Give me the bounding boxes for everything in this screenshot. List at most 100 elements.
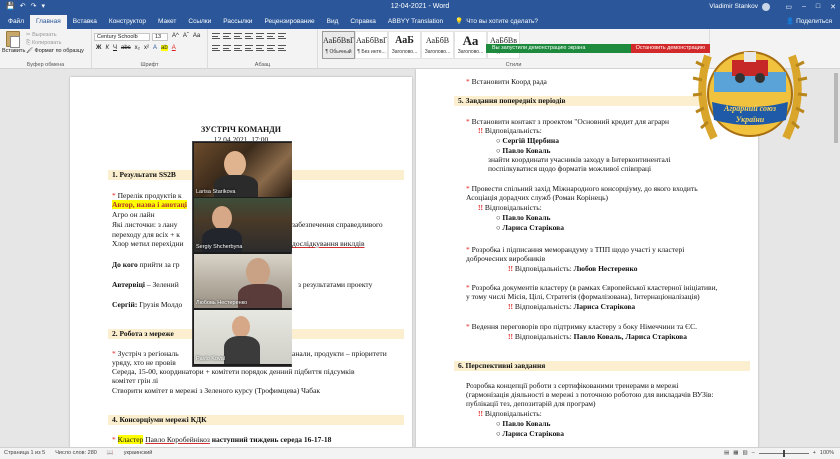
italic-icon[interactable]: К [105, 45, 109, 51]
tell-me-box[interactable]: 💡 Что вы хотите сделать? [449, 15, 538, 29]
paste-button[interactable]: Вставить [2, 31, 25, 54]
text-run: Павло Коваль [502, 419, 551, 428]
tab-insert[interactable]: Вставка [67, 15, 103, 29]
tab-view[interactable]: Вид [321, 15, 345, 29]
web-layout-icon[interactable]: ▥ [742, 448, 747, 459]
bullets-icon[interactable] [212, 33, 220, 39]
tab-layout[interactable]: Макет [152, 15, 182, 29]
tab-references[interactable]: Ссылки [182, 15, 217, 29]
line-spacing-icon[interactable] [256, 45, 264, 51]
align-right-icon[interactable] [234, 45, 242, 51]
tab-home[interactable]: Главная [29, 15, 67, 29]
style-heading-2[interactable]: АаБбВ Заголово... [421, 31, 454, 59]
multilevel-list-icon[interactable] [234, 33, 242, 39]
paragraph: Хлор метил перехідни [112, 239, 184, 248]
style-title[interactable]: Аа Заголово... [454, 31, 487, 59]
style-sample: Аа [462, 33, 479, 48]
zoom-out-icon[interactable]: – [752, 448, 755, 459]
scrollbar-thumb[interactable] [834, 73, 838, 143]
increase-indent-icon[interactable] [256, 33, 264, 39]
zoom-in-icon[interactable]: + [813, 448, 816, 459]
justify-icon[interactable] [245, 45, 253, 51]
video-tile[interactable]: Larisa Starikova [194, 143, 292, 197]
font-color-icon[interactable]: A [172, 45, 176, 51]
language-indicator[interactable]: украинский [124, 448, 153, 459]
change-case-icon[interactable]: Aa [193, 33, 200, 39]
proofing-icon[interactable]: 📖 [107, 448, 114, 459]
format-painter-label: Формат по образцу [34, 48, 84, 54]
copy-button[interactable]: ⎘ Копировать [26, 39, 84, 47]
numbering-icon[interactable] [223, 33, 231, 39]
screen-share-bar: Вы запустили демонстрацию экрана Останов… [486, 44, 710, 53]
status-bar: Страница 1 из 5 Число слов: 280 📖 украин… [0, 447, 840, 459]
paragraph: забезпечення справедливого [292, 220, 383, 229]
subscript-icon[interactable]: x₂ [135, 45, 140, 51]
video-tile[interactable]: Sergiy Shcherbyna [194, 198, 292, 252]
print-layout-icon[interactable]: ▦ [733, 448, 738, 459]
tell-me-label: Что вы хотите сделать? [466, 18, 539, 25]
avatar[interactable] [762, 2, 770, 11]
tab-design[interactable]: Конструктор [103, 15, 152, 29]
tab-abbyy[interactable]: ABBYY Translation [382, 15, 449, 29]
read-mode-icon[interactable]: ▤ [724, 448, 729, 459]
tab-help[interactable]: Справка [344, 15, 382, 29]
font-format-buttons: Ж К Ч abc x₂ x² A ab A [96, 45, 176, 51]
style-heading-1[interactable]: АаБ Заголово... [388, 31, 421, 59]
list-item: ○ Павло Коваль [496, 213, 550, 222]
underline-icon[interactable]: Ч [113, 45, 117, 51]
minimize-icon[interactable]: – [802, 3, 806, 11]
paragraph: Сергій: Грузія Молдо [112, 300, 182, 309]
decrease-indent-icon[interactable] [245, 33, 253, 39]
close-icon[interactable]: ✕ [830, 3, 836, 11]
zoom-level[interactable]: 100% [820, 448, 834, 459]
bold-text: наступний тиждень середа 16-17-18 [211, 435, 332, 444]
shrink-font-icon[interactable]: Aˇ [183, 33, 189, 39]
exclamation-icon: !! [508, 332, 515, 341]
zoom-slider[interactable] [758, 450, 809, 457]
bold-text: Сергій: [112, 300, 138, 309]
shading-icon[interactable] [267, 45, 275, 51]
style-no-spacing[interactable]: АаБбВвГ ¶ Без инте... [355, 31, 388, 59]
style-name: ¶ Обычный [325, 49, 352, 55]
format-painter-button[interactable]: 🖌 Формат по образцу [26, 47, 84, 55]
video-tile[interactable]: Любовь Нестеренко [194, 254, 292, 308]
text-run: прийти за гр [139, 260, 180, 269]
text-run: Павло Коваль [502, 146, 551, 155]
grow-font-icon[interactable]: A^ [172, 33, 179, 39]
font-group-label: Шрифт [140, 62, 159, 68]
borders-icon[interactable] [278, 45, 286, 51]
maximize-icon[interactable]: □ [816, 3, 820, 11]
show-marks-icon[interactable] [278, 33, 286, 39]
align-center-icon[interactable] [223, 45, 231, 51]
sort-icon[interactable] [267, 33, 275, 39]
font-name-box[interactable]: Century Schoolb [94, 33, 150, 41]
video-tile[interactable]: Pavlo Koval [194, 310, 292, 364]
text-run: – Зелений [146, 280, 179, 289]
paragraph: Автервіці – Зелений [112, 280, 179, 289]
vertical-scrollbar[interactable] [832, 69, 840, 447]
text-run: Відповідальність: [514, 264, 572, 273]
align-left-icon[interactable] [212, 45, 220, 51]
video-call-panel[interactable]: Larisa Starikova Sergiy Shcherbyna Любов… [192, 141, 292, 367]
tab-mailings[interactable]: Рассылки [217, 15, 258, 29]
bold-icon[interactable]: Ж [96, 45, 101, 51]
word-count[interactable]: Число слов: 280 [55, 448, 97, 459]
paragraph: !! Відповідальність: [478, 203, 542, 212]
paragraph: переходу для всіх + к [112, 230, 180, 239]
participant-name: Sergiy Shcherbyna [196, 244, 243, 250]
tab-review[interactable]: Рецензирование [258, 15, 320, 29]
text-effects-icon[interactable]: A [153, 45, 157, 51]
font-size-box[interactable]: 13 [152, 33, 168, 41]
cut-button[interactable]: ✂ Вырезать [26, 31, 84, 39]
highlight-color-icon[interactable]: ab [161, 45, 168, 51]
strikethrough-icon[interactable]: abc [121, 45, 131, 51]
tab-file[interactable]: Файл [2, 15, 30, 29]
page-count[interactable]: Страница 1 из 5 [4, 448, 45, 459]
style-normal[interactable]: АаБбВвГ ¶ Обычный [322, 31, 355, 59]
superscript-icon[interactable]: x² [144, 45, 149, 51]
text-run: Зустріч з регіональ [117, 349, 179, 358]
list-item: ○ Павло Коваль [496, 146, 550, 155]
bold-text: Лариса Старікова [573, 302, 636, 311]
user-account[interactable]: Vladimir Stankov [709, 2, 770, 11]
ribbon-options-icon[interactable]: ▭ [785, 3, 792, 11]
